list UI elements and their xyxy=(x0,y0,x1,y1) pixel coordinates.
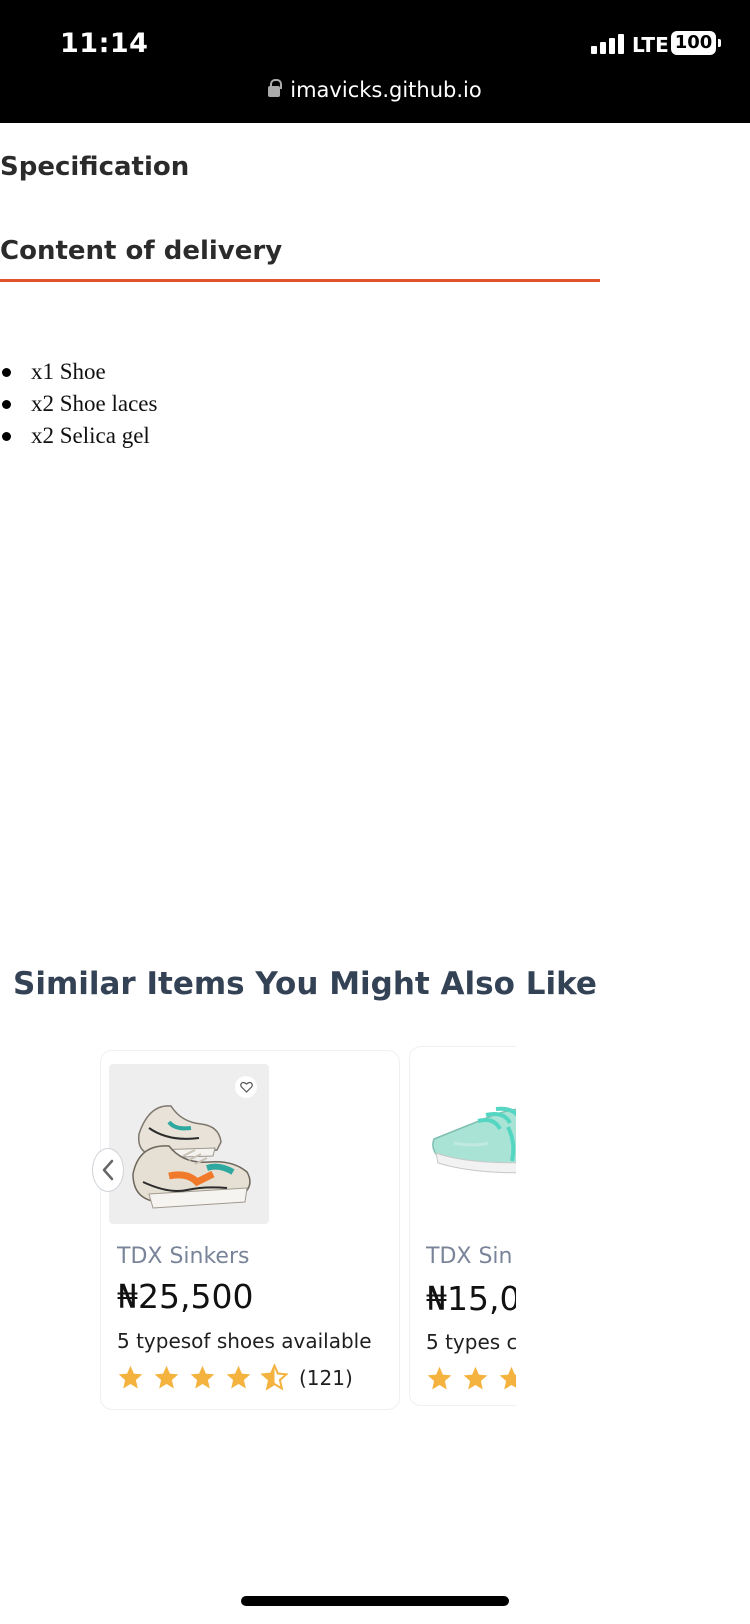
product-carousel[interactable]: TDX Sinkers ₦25,500 5 typesof shoes avai… xyxy=(100,1046,516,1416)
delivery-list: x1 Shoe x2 Shoe laces x2 Selica gel xyxy=(0,356,157,452)
status-bar: 11:14 LTE 100 imavicks.github.io xyxy=(0,0,750,123)
signal-icon xyxy=(591,34,627,54)
product-price: ₦15,0( xyxy=(426,1279,516,1318)
lock-icon xyxy=(268,79,283,97)
star-icon xyxy=(226,1365,251,1389)
rating-stars xyxy=(426,1365,516,1392)
product-name[interactable]: TDX Sinkers xyxy=(117,1244,249,1269)
star-icon xyxy=(463,1366,488,1390)
star-icon xyxy=(118,1365,143,1389)
star-icon xyxy=(154,1365,179,1389)
star-icon xyxy=(190,1365,215,1389)
network-type: LTE xyxy=(632,33,669,57)
half-star-icon xyxy=(261,1364,288,1391)
chevron-left-icon xyxy=(102,1159,114,1181)
home-indicator[interactable] xyxy=(241,1596,509,1606)
rating-count: (121) xyxy=(299,1365,353,1390)
clock: 11:14 xyxy=(60,28,149,59)
mint-sneaker-image[interactable] xyxy=(424,1087,516,1217)
heart-icon xyxy=(239,1081,253,1093)
tab-label: Content of delivery xyxy=(0,236,283,266)
battery-icon: 100 xyxy=(671,31,716,55)
list-item: x1 Shoe xyxy=(0,356,157,388)
product-types: 5 typesof shoes available xyxy=(117,1329,372,1353)
product-types: 5 types c xyxy=(426,1330,516,1354)
section-title: Similar Items You Might Also Like xyxy=(13,966,597,1002)
tab-content-of-delivery[interactable]: Content of delivery xyxy=(0,236,600,282)
url-text: imavicks.github.io xyxy=(290,78,482,102)
product-price: ₦25,500 xyxy=(117,1277,254,1316)
product-card[interactable]: TDX Sin ₦15,0( 5 types c xyxy=(409,1046,516,1406)
product-name[interactable]: TDX Sin xyxy=(426,1244,512,1269)
battery-tip xyxy=(718,39,721,47)
wishlist-button[interactable] xyxy=(235,1076,257,1098)
rating-stars: (121) xyxy=(117,1364,353,1391)
address-bar[interactable]: imavicks.github.io xyxy=(0,78,750,102)
product-card[interactable]: TDX Sinkers ₦25,500 5 typesof shoes avai… xyxy=(100,1050,400,1410)
sneaker-image[interactable] xyxy=(109,1064,269,1224)
carousel-prev-button[interactable] xyxy=(92,1148,124,1192)
list-item: x2 Selica gel xyxy=(0,420,157,452)
star-icon xyxy=(427,1366,452,1390)
list-item: x2 Shoe laces xyxy=(0,388,157,420)
tab-specification[interactable]: Specification xyxy=(0,152,189,182)
star-icon xyxy=(499,1366,516,1390)
